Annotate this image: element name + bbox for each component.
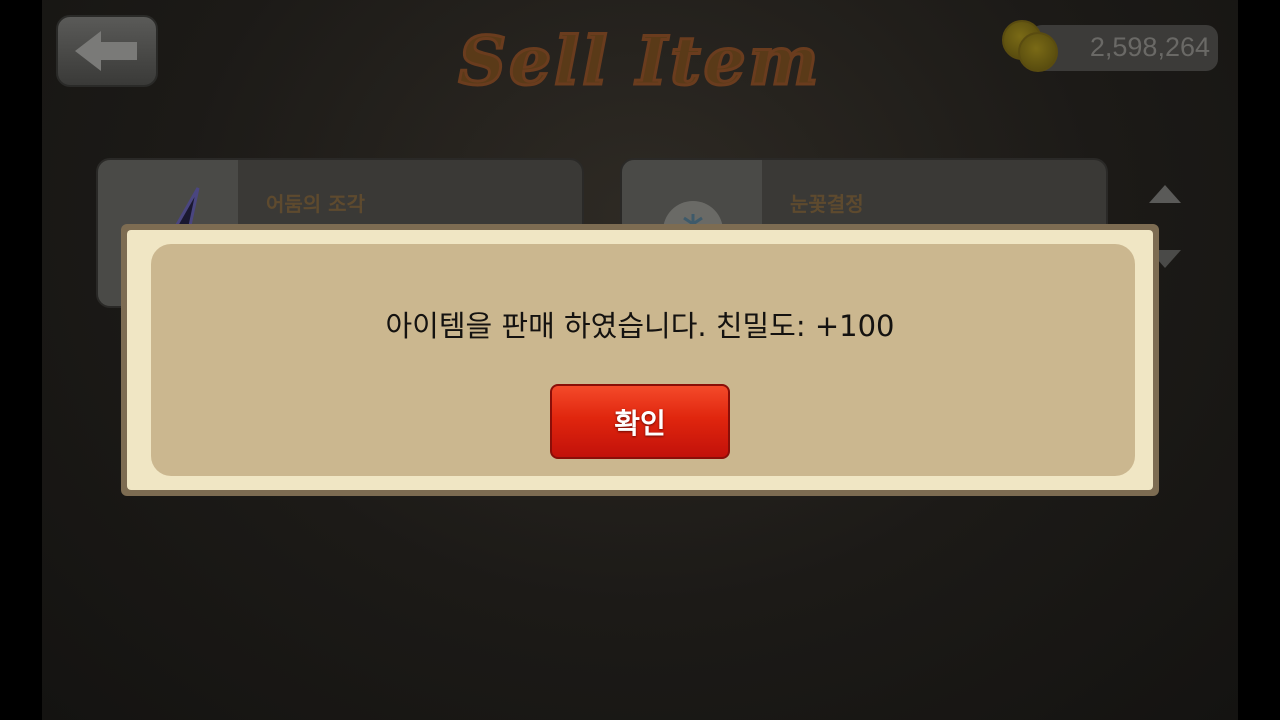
gold-coin-icon — [1018, 32, 1058, 72]
dialog-message: 아이템을 판매 하였습니다. 친밀도: +100 — [385, 309, 895, 343]
gold-counter: 2,598,264 — [1030, 25, 1218, 71]
game-screen: Sell Item 2,598,264 어둠의 조각 눈꽃결정 아이템을 판매 … — [0, 0, 1280, 720]
scroll-up-icon[interactable] — [1147, 183, 1183, 205]
item-name: 어둠의 조각 — [266, 192, 365, 216]
confirm-button[interactable]: 확인 — [550, 384, 730, 459]
item-name: 눈꽃결정 — [790, 192, 864, 216]
gold-amount: 2,598,264 — [1089, 32, 1210, 62]
